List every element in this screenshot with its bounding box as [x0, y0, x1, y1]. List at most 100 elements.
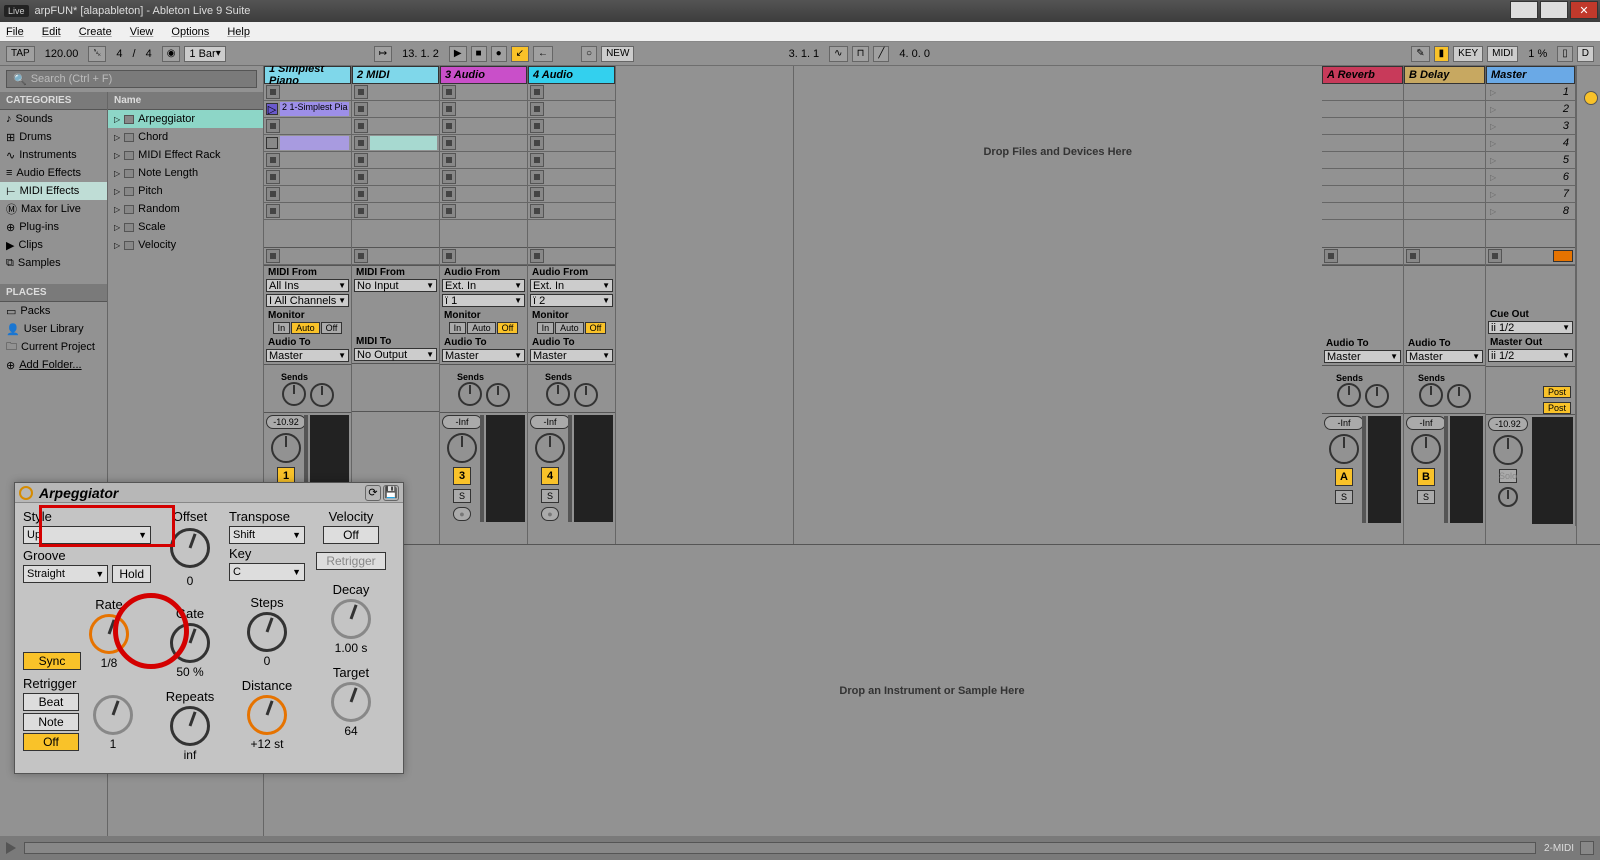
- device-drop-area[interactable]: Drop an Instrument or Sample Here: [264, 544, 1600, 836]
- clip-slot[interactable]: [264, 118, 351, 135]
- repeats-knob[interactable]: [170, 706, 210, 746]
- menu-edit[interactable]: Edit: [42, 26, 61, 38]
- clip-slot[interactable]: [528, 84, 615, 101]
- browser-item[interactable]: ▷Note Length: [108, 164, 263, 182]
- velocity-off[interactable]: Off: [323, 526, 379, 544]
- category-item[interactable]: ⊕Plug-ins: [0, 218, 107, 236]
- clip-slot[interactable]: [440, 186, 527, 203]
- pan-knob[interactable]: [535, 433, 565, 463]
- category-item[interactable]: ♪Sounds: [0, 110, 107, 128]
- overload-icon[interactable]: ▯: [1557, 46, 1573, 62]
- post-button-a[interactable]: Post: [1543, 386, 1571, 398]
- clip-slot[interactable]: [264, 84, 351, 101]
- clip-slot[interactable]: [352, 186, 439, 203]
- clip-stop-icon[interactable]: [442, 187, 456, 201]
- clip-stop-icon[interactable]: [354, 153, 368, 167]
- tap-button[interactable]: TAP: [6, 46, 35, 62]
- track-header[interactable]: 1 Simplest Piano: [264, 66, 351, 84]
- track-header[interactable]: 3 Audio: [440, 66, 527, 84]
- clip-stop-icon[interactable]: [530, 119, 544, 133]
- clip-slot[interactable]: [352, 152, 439, 169]
- bpm-display[interactable]: 120.00: [39, 48, 85, 60]
- clip-empty[interactable]: [280, 136, 349, 150]
- io-channel-select[interactable]: ï 1▼: [442, 294, 525, 307]
- clip-slot[interactable]: [1322, 186, 1403, 203]
- clip-slot[interactable]: ▷2 1-Simplest Pia: [264, 101, 351, 118]
- io-toggle-icon[interactable]: [1584, 91, 1598, 105]
- category-item[interactable]: ∿Instruments: [0, 146, 107, 164]
- clip-slot[interactable]: [440, 152, 527, 169]
- clip-slot[interactable]: [1322, 135, 1403, 152]
- clip-stop-icon[interactable]: [530, 136, 544, 150]
- quantize-select[interactable]: 1 Bar ▾: [184, 46, 225, 62]
- clip-stop-icon[interactable]: [354, 136, 368, 150]
- volume-meter[interactable]: [1450, 416, 1483, 523]
- clip[interactable]: 2 1-Simplest Pia: [280, 102, 349, 116]
- scene-slot[interactable]: ▷7: [1486, 186, 1575, 203]
- timesig-b[interactable]: 4: [140, 48, 158, 60]
- volume-meter[interactable]: [1368, 416, 1401, 523]
- close-button[interactable]: ✕: [1570, 1, 1598, 19]
- clip-stop-icon[interactable]: [442, 102, 456, 116]
- loop-toggle[interactable]: ○: [581, 46, 597, 62]
- solo-button[interactable]: Solo: [1499, 469, 1517, 483]
- clip-stop-icon[interactable]: [530, 153, 544, 167]
- clip-stop-icon[interactable]: [266, 85, 280, 99]
- computer-midi-icon[interactable]: ▮: [1434, 46, 1450, 62]
- retrigger-note[interactable]: Note: [23, 713, 79, 731]
- io-from-select[interactable]: All Ins▼: [266, 279, 349, 292]
- volume-slider[interactable]: [1444, 416, 1448, 523]
- clip-slot[interactable]: [440, 203, 527, 220]
- track-status-slot[interactable]: [440, 248, 527, 265]
- track-header[interactable]: B Delay: [1404, 66, 1485, 84]
- db-display[interactable]: -Inf: [1406, 416, 1446, 430]
- menu-help[interactable]: Help: [227, 26, 250, 38]
- stop-all-icon[interactable]: [530, 249, 544, 263]
- clip-slot[interactable]: [528, 152, 615, 169]
- distance-knob[interactable]: [247, 695, 287, 735]
- monitor-in[interactable]: In: [273, 322, 291, 334]
- clip-stop-icon[interactable]: [266, 153, 280, 167]
- send-knob-a[interactable]: [546, 382, 570, 406]
- clip-stop-icon[interactable]: [530, 85, 544, 99]
- stop-button[interactable]: ■: [471, 46, 487, 62]
- transpose-select[interactable]: Shift▼: [229, 526, 305, 544]
- db-display[interactable]: -10.92: [266, 415, 306, 429]
- stop-all-icon[interactable]: [442, 249, 456, 263]
- category-item[interactable]: ⧉Samples: [0, 254, 107, 272]
- clip-slot[interactable]: [352, 84, 439, 101]
- clip-empty[interactable]: [370, 136, 437, 150]
- clip-slot[interactable]: [1322, 84, 1403, 101]
- clip-slot[interactable]: [1404, 101, 1485, 118]
- overdub-button[interactable]: ↙: [511, 46, 529, 62]
- midi-button[interactable]: MIDI: [1487, 46, 1518, 62]
- pan-knob[interactable]: [271, 433, 301, 463]
- clip-play-icon[interactable]: [266, 137, 278, 149]
- scene-slot[interactable]: ▷2: [1486, 101, 1575, 118]
- track-status-slot[interactable]: [264, 248, 351, 265]
- browser-item[interactable]: ▷Arpeggiator: [108, 110, 263, 128]
- clip-slot[interactable]: [1322, 169, 1403, 186]
- clip-slot[interactable]: [1322, 101, 1403, 118]
- scene-slot[interactable]: ▷1: [1486, 84, 1575, 101]
- clip-slot[interactable]: [440, 84, 527, 101]
- clip-slot[interactable]: [1404, 186, 1485, 203]
- groove-select[interactable]: Straight▼: [23, 565, 108, 583]
- scene-slot[interactable]: ▷8: [1486, 203, 1575, 220]
- clip-stop-icon[interactable]: [442, 119, 456, 133]
- place-item[interactable]: 👤User Library: [0, 320, 107, 338]
- stop-all-icon[interactable]: [1406, 249, 1420, 263]
- clip-stop-icon[interactable]: [530, 102, 544, 116]
- category-item[interactable]: ▶Clips: [0, 236, 107, 254]
- search-input[interactable]: 🔍 Search (Ctrl + F): [6, 70, 257, 88]
- automation-arm[interactable]: ←: [533, 46, 553, 62]
- minimize-button[interactable]: —: [1510, 1, 1538, 19]
- clip-slot[interactable]: [1404, 118, 1485, 135]
- clip-stop-icon[interactable]: [354, 85, 368, 99]
- send-knob-a[interactable]: [1419, 383, 1443, 407]
- stop-all-icon[interactable]: [1488, 249, 1502, 263]
- io-to-select[interactable]: Master▼: [266, 349, 349, 362]
- punch-out-icon[interactable]: ╱: [873, 46, 889, 62]
- stop-all-icon[interactable]: [354, 249, 368, 263]
- clip-stop-icon[interactable]: [354, 187, 368, 201]
